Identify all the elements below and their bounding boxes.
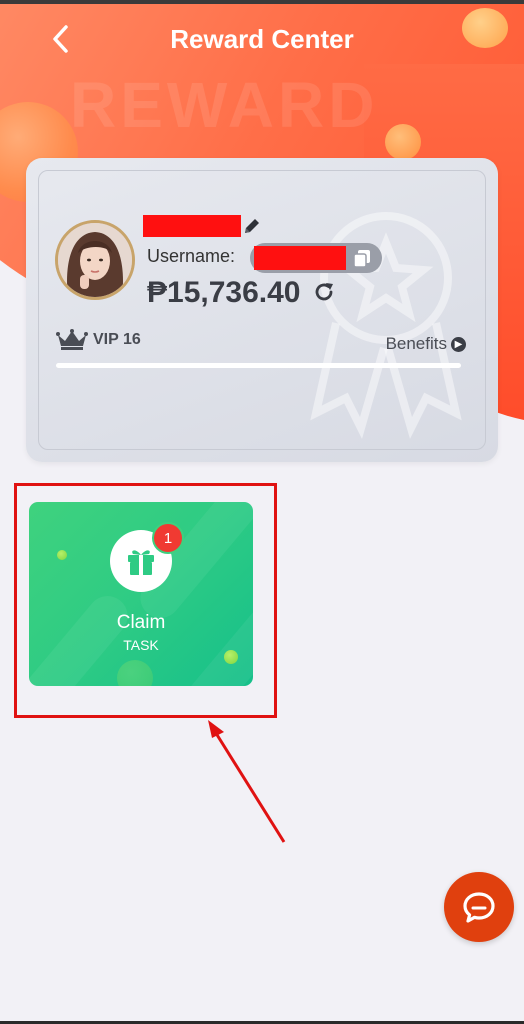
benefits-link[interactable]: Benefits ▶ <box>386 334 466 354</box>
wallet-balance: ₱15,736.40 <box>147 276 301 309</box>
header-watermark: REWARD <box>70 69 379 141</box>
user-photo <box>58 223 132 297</box>
refresh-icon[interactable] <box>312 280 336 304</box>
pencil-icon[interactable] <box>242 216 262 236</box>
page-title: Reward Center <box>170 24 354 54</box>
crown-icon <box>56 329 88 350</box>
medal-watermark-icon <box>310 212 462 439</box>
avatar <box>55 220 135 300</box>
redacted-username <box>254 246 346 270</box>
redacted-nickname <box>143 215 241 237</box>
vip-level: VIP 16 <box>93 331 141 348</box>
member-card: Username: ₱15,736.40 VIP 16 Benefits ▶ <box>26 158 498 462</box>
annotation-highlight-box <box>14 483 277 718</box>
vip-progress-bar <box>56 363 461 368</box>
username-label: Username: <box>147 246 236 266</box>
chat-bubble-icon <box>463 892 495 923</box>
decor-orb <box>385 124 421 160</box>
copy-icon[interactable] <box>352 248 372 268</box>
chevron-right-circle-icon: ▶ <box>451 336 466 352</box>
benefits-label: Benefits <box>385 334 447 353</box>
live-chat-button[interactable] <box>444 872 514 942</box>
annotation-arrow <box>208 720 286 843</box>
